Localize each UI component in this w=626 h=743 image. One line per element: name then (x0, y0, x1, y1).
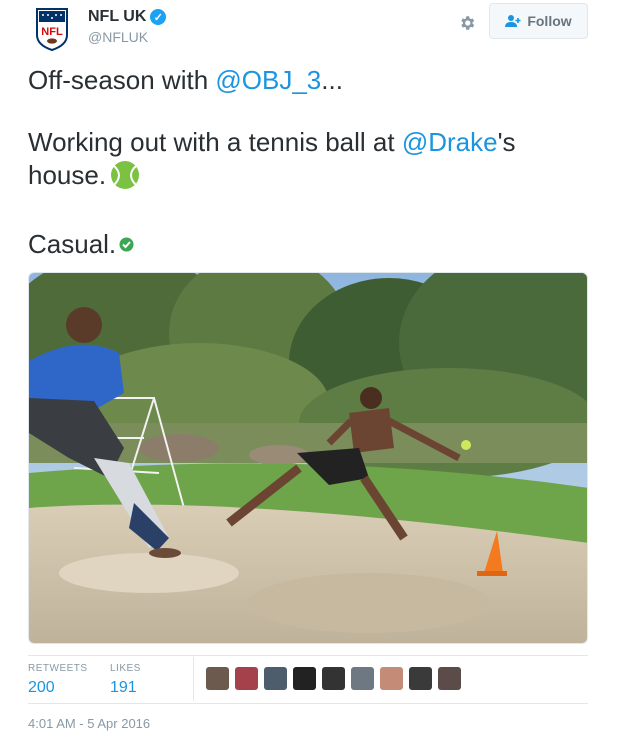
mention-obj3-link[interactable]: @OBJ_3 (215, 65, 321, 95)
tweet-line-3: Casual. (28, 227, 588, 261)
stats-divider-top (28, 655, 588, 656)
likes-label: LIKES (110, 663, 141, 674)
tweet-timestamp[interactable]: 4:01 AM - 5 Apr 2016 (28, 716, 150, 731)
tweet-line-2-text: Working out with a tennis ball at (28, 127, 402, 157)
liker-avatar[interactable] (380, 667, 403, 690)
verified-badge-icon: ✓ (150, 9, 167, 25)
likers-avatar-list (206, 667, 461, 690)
account-handle[interactable]: @NFLUK (88, 29, 166, 45)
check-mark-icon (119, 227, 134, 260)
likes-count: 191 (110, 679, 137, 696)
liker-avatar[interactable] (438, 667, 461, 690)
retweets-label: RETWEETS (28, 663, 88, 674)
workout-photo-illustration (29, 273, 587, 643)
tweet-text: Off-season with @OBJ_3... Working out wi… (28, 64, 588, 290)
retweets-stat[interactable]: RETWEETS 200 (28, 663, 88, 697)
account-name-block: NFL UK ✓ @NFLUK (88, 8, 167, 45)
nfl-shield-icon: NFL (36, 8, 68, 51)
display-name-text: NFL UK (88, 8, 147, 25)
liker-avatar[interactable] (206, 667, 229, 690)
liker-avatar[interactable] (235, 667, 258, 690)
nfl-logo-avatar[interactable]: NFL (28, 4, 76, 52)
gear-icon[interactable] (456, 12, 478, 34)
tweet-photo[interactable] (28, 272, 588, 644)
retweets-count: 200 (28, 679, 55, 696)
account-display-name[interactable]: NFL UK ✓ (88, 8, 167, 26)
tweet-line-3-text: Casual. (28, 229, 117, 259)
liker-avatar[interactable] (293, 667, 316, 690)
nfl-logo-text: NFL (41, 26, 63, 38)
liker-avatar[interactable] (264, 667, 287, 690)
tweet-line-1: Off-season with @OBJ_3... (28, 64, 588, 97)
add-user-icon (505, 15, 521, 27)
likes-stat[interactable]: LIKES 191 (110, 663, 141, 697)
stats-separator (193, 657, 194, 701)
follow-label: Follow (527, 13, 572, 29)
follow-button[interactable]: Follow (489, 3, 588, 39)
liker-avatar[interactable] (322, 667, 345, 690)
tweet-line-1-text: Off-season with (28, 65, 216, 95)
tweet-line-1-suffix: ... (321, 65, 343, 95)
mention-drake-link[interactable]: @Drake (402, 127, 498, 157)
tweet-line-2: Working out with a tennis ball at @Drake… (28, 126, 588, 198)
liker-avatar[interactable] (351, 667, 374, 690)
stats-divider-bottom (28, 703, 588, 704)
liker-avatar[interactable] (409, 667, 432, 690)
tennis-ball-icon (110, 160, 140, 198)
